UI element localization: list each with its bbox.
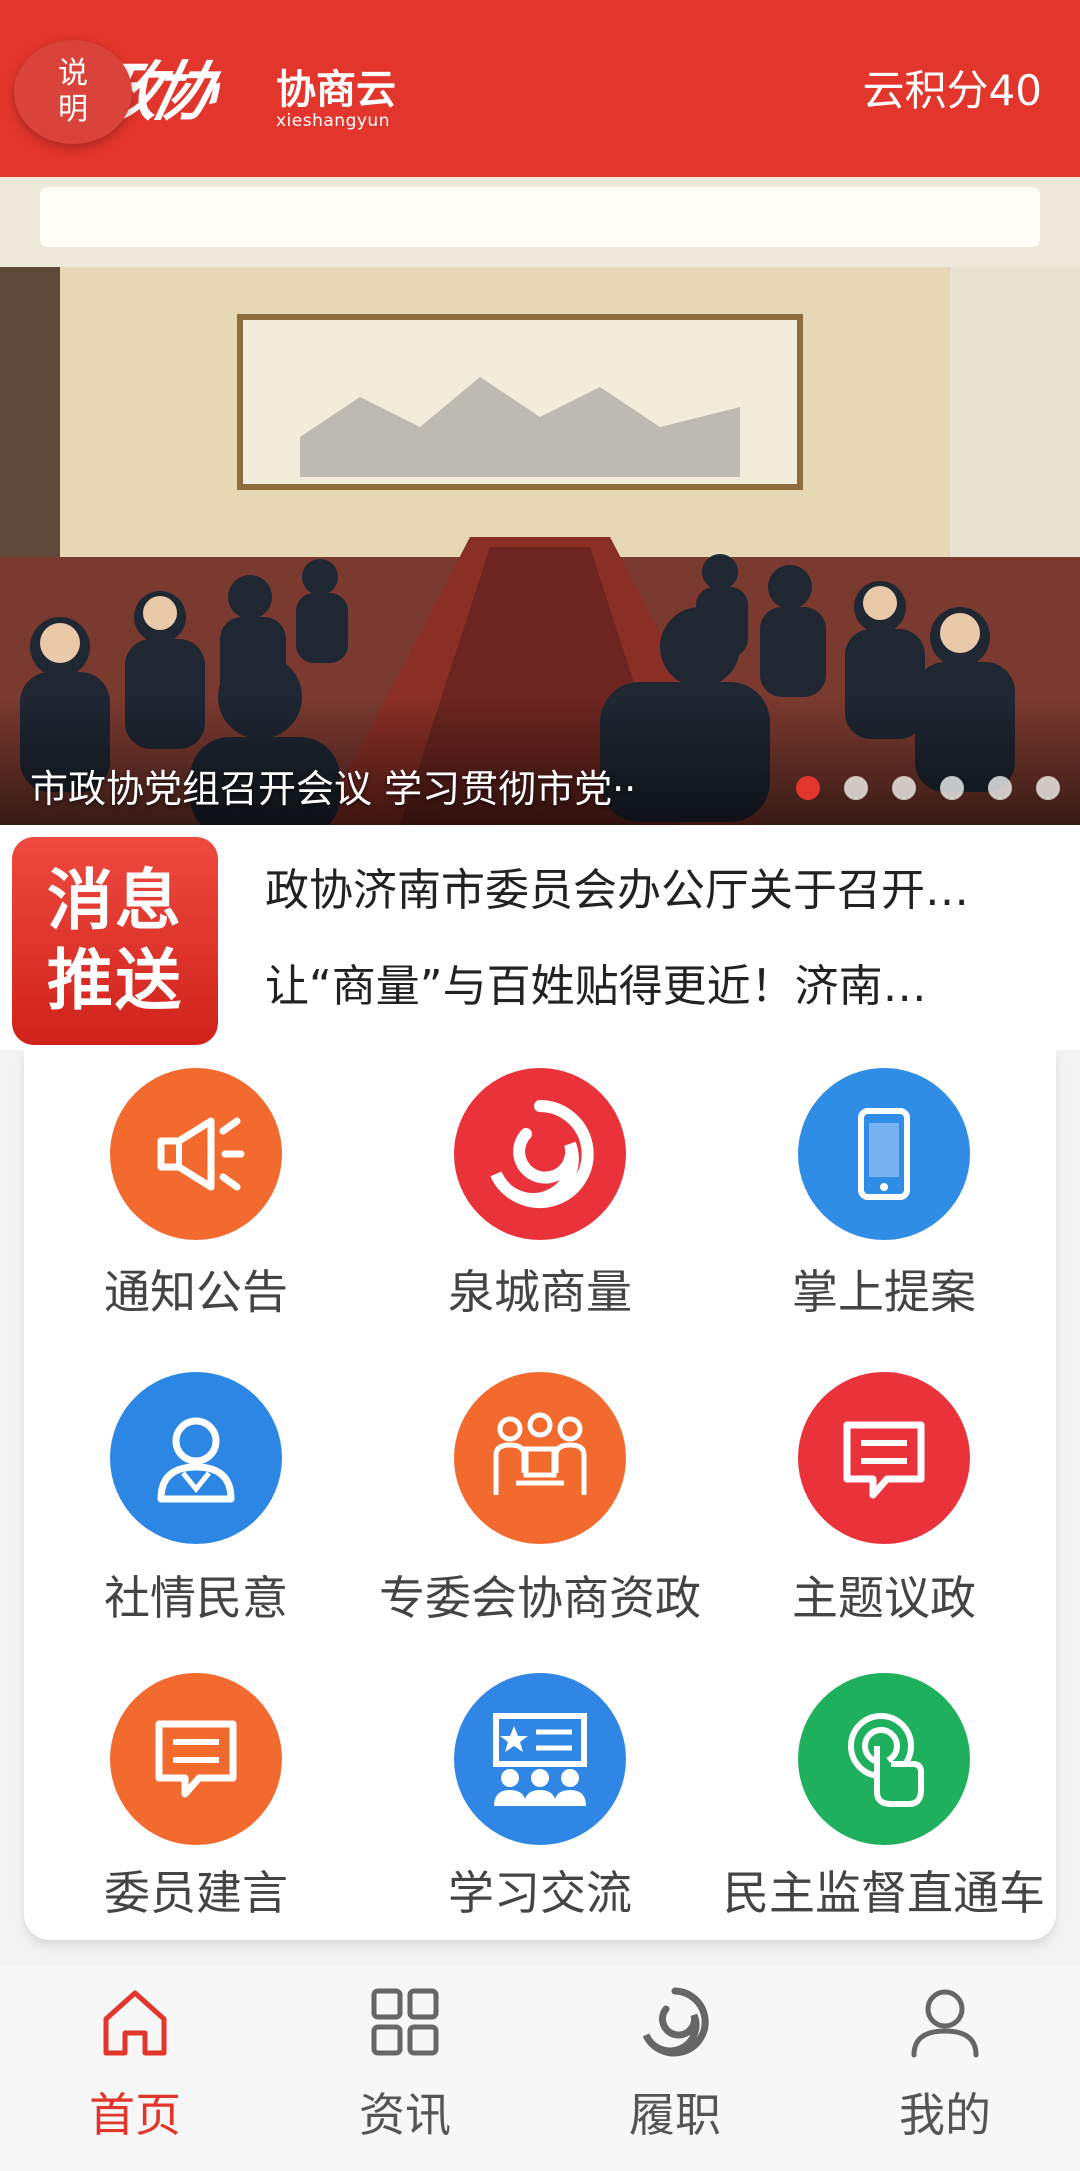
explain-button[interactable]: 说 明 bbox=[14, 40, 132, 144]
explain-label-2: 明 bbox=[58, 92, 88, 127]
bottom-navigation: 首页 资讯 履职 我的 bbox=[0, 1965, 1080, 2171]
news-ticker: 消息 推送 政协济南市委员会办公厅关于召开… 让“商量”与百姓贴得更近！济南… bbox=[0, 825, 1080, 1050]
grid-item-label: 主题议政 bbox=[792, 1571, 976, 1625]
grid-item-label: 专委会协商资政 bbox=[379, 1571, 701, 1625]
grid-item-label: 学习交流 bbox=[448, 1866, 632, 1920]
grid-icon bbox=[371, 1988, 439, 2056]
swirl-icon bbox=[642, 1987, 709, 2057]
user-icon bbox=[911, 1989, 979, 2058]
news-item-1[interactable]: 政协济南市委员会办公厅关于召开… bbox=[265, 861, 1045, 921]
nav-mine[interactable]: 我的 bbox=[810, 1983, 1080, 2145]
nav-label: 履职 bbox=[629, 2088, 721, 2142]
nav-duty[interactable]: 履职 bbox=[540, 1983, 810, 2145]
nav-label: 首页 bbox=[89, 2088, 181, 2142]
grid-item-label: 通知公告 bbox=[104, 1265, 288, 1319]
carousel-dot-6[interactable] bbox=[1036, 776, 1060, 800]
banner-carousel[interactable]: 市政协党组召开会议 学习贯彻市党·· bbox=[0, 177, 1080, 825]
explain-label-1: 说 bbox=[58, 56, 88, 91]
study-icon bbox=[454, 1673, 626, 1845]
carousel-indicators bbox=[796, 776, 1060, 800]
touch-icon bbox=[798, 1673, 970, 1845]
meeting-photo bbox=[0, 177, 1080, 825]
carousel-dot-3[interactable] bbox=[892, 776, 916, 800]
badge-line-1: 消息 bbox=[47, 862, 183, 939]
grid-item-label: 掌上提案 bbox=[792, 1265, 976, 1319]
grid-item-label: 社情民意 bbox=[104, 1571, 288, 1625]
chat-icon bbox=[798, 1372, 970, 1544]
carousel-dot-2[interactable] bbox=[844, 776, 868, 800]
home-icon bbox=[103, 1990, 167, 2056]
nav-home[interactable]: 首页 bbox=[0, 1983, 270, 2145]
grid-item-label: 泉城商量 bbox=[448, 1265, 632, 1319]
news-push-badge: 消息 推送 bbox=[12, 837, 218, 1045]
news-item-2[interactable]: 让“商量”与百姓贴得更近！济南… bbox=[265, 957, 1045, 1017]
logo-title: 协商云 bbox=[276, 67, 396, 113]
megaphone-icon bbox=[110, 1068, 282, 1240]
grid-item-label: 委员建言 bbox=[104, 1866, 288, 1920]
app-header: 政协 协商云 xieshangyun 说 明 云积分40 bbox=[0, 0, 1080, 177]
nav-label: 我的 bbox=[899, 2088, 991, 2142]
banner-caption[interactable]: 市政协党组召开会议 学习贯彻市党·· bbox=[30, 764, 636, 814]
function-grid: 通知公告 泉城商量 掌上提案 社情民意 专委会协商资政 主题议政 委员建言 学习… bbox=[24, 1050, 1056, 1940]
logo-subtitle: xieshangyun bbox=[276, 111, 390, 131]
person-icon bbox=[110, 1372, 282, 1544]
meeting-icon bbox=[454, 1372, 626, 1544]
swirl-icon bbox=[454, 1068, 626, 1240]
carousel-dot-4[interactable] bbox=[940, 776, 964, 800]
badge-line-2: 推送 bbox=[47, 942, 183, 1019]
grid-item-label: 民主监督直通车 bbox=[723, 1866, 1045, 1920]
nav-label: 资讯 bbox=[359, 2088, 451, 2142]
cloud-points[interactable]: 云积分40 bbox=[863, 64, 1042, 118]
carousel-dot-1[interactable] bbox=[796, 776, 820, 800]
carousel-dot-5[interactable] bbox=[988, 776, 1012, 800]
phone-icon bbox=[798, 1068, 970, 1240]
app-logo: 协商云 xieshangyun bbox=[276, 68, 396, 130]
comment-icon bbox=[110, 1673, 282, 1845]
nav-news[interactable]: 资讯 bbox=[270, 1983, 540, 2145]
